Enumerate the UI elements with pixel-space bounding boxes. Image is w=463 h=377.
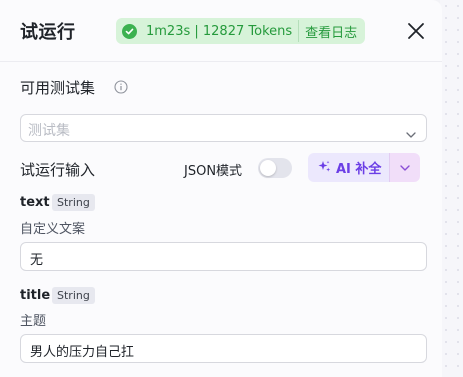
run-status-badge: 1m23s | 12827 Tokens 查看日志 bbox=[116, 18, 366, 44]
param-type-tag: String bbox=[52, 194, 95, 211]
panel-title: 试运行 bbox=[20, 22, 76, 43]
chevron-down-icon bbox=[400, 164, 411, 171]
param-input-text[interactable]: 无 bbox=[20, 242, 427, 271]
json-mode-toggle[interactable] bbox=[258, 158, 292, 178]
test-input-label: 试运行输入 bbox=[20, 161, 96, 179]
test-run-panel: 试运行 1m23s | 12827 Tokens 查看日志 可用测试集 测试集 bbox=[0, 0, 442, 377]
ai-complete-label: AI 补全 bbox=[336, 162, 382, 177]
close-button[interactable] bbox=[405, 20, 427, 42]
close-icon bbox=[408, 23, 424, 39]
json-mode-label: JSON模式 bbox=[184, 164, 243, 179]
param-description: 主题 bbox=[20, 314, 47, 329]
chevron-down-icon bbox=[406, 124, 416, 138]
param-name: text bbox=[20, 195, 50, 210]
panel-header: 试运行 1m23s | 12827 Tokens 查看日志 bbox=[0, 0, 442, 62]
testset-select[interactable]: 测试集 bbox=[20, 114, 427, 142]
view-log-button[interactable]: 查看日志 bbox=[305, 22, 357, 41]
sparkle-icon bbox=[318, 158, 331, 177]
ai-complete-group: AI 补全 bbox=[308, 153, 421, 182]
toggle-knob bbox=[260, 160, 276, 176]
param-input-title[interactable]: 男人的压力自己扛 bbox=[20, 334, 427, 363]
success-check-icon bbox=[122, 23, 137, 39]
param-name: title bbox=[20, 288, 51, 303]
info-icon[interactable] bbox=[114, 79, 128, 94]
param-input-value: 男人的压力自己扛 bbox=[30, 345, 135, 360]
param-description: 自定义文案 bbox=[20, 222, 86, 237]
status-divider bbox=[298, 20, 300, 42]
testset-select-placeholder: 测试集 bbox=[28, 123, 70, 139]
testset-label: 可用测试集 bbox=[20, 79, 96, 97]
run-status-text: 1m23s | 12827 Tokens bbox=[146, 23, 293, 39]
ai-complete-dropdown[interactable] bbox=[389, 153, 421, 182]
ai-complete-button[interactable]: AI 补全 bbox=[308, 153, 390, 182]
param-input-value: 无 bbox=[30, 253, 44, 268]
param-type-tag: String bbox=[52, 287, 95, 304]
canvas-background bbox=[440, 0, 463, 377]
